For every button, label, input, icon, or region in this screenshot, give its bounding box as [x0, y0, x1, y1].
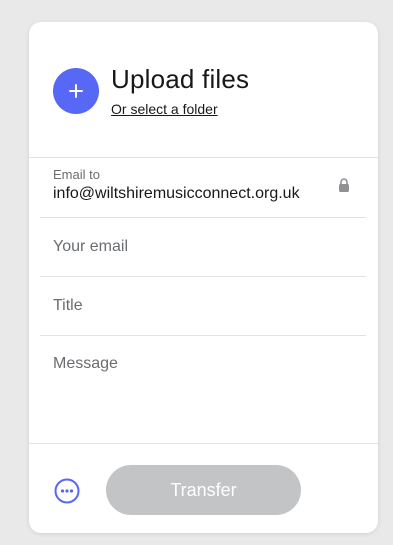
recipient-email: info@wiltshiremusicconnect.org.uk [53, 185, 300, 202]
title-input[interactable] [53, 296, 353, 316]
transfer-button[interactable]: Transfer [106, 465, 301, 515]
add-files-button[interactable] [53, 68, 99, 114]
more-options-icon[interactable] [54, 478, 80, 504]
divider [29, 443, 378, 444]
divider [40, 217, 366, 218]
select-folder-link[interactable]: Or select a folder [111, 101, 218, 117]
divider [40, 335, 366, 336]
recipient-field: Email to info@wiltshiremusicconnect.org.… [53, 167, 365, 215]
upload-files-title[interactable]: Upload files [111, 64, 249, 95]
email-to-label: Email to [53, 167, 100, 182]
divider [29, 157, 378, 158]
lock-icon [339, 178, 349, 192]
plus-icon [69, 84, 83, 98]
message-input[interactable] [53, 355, 353, 425]
upload-area[interactable]: Upload files Or select a folder [29, 22, 378, 157]
transfer-panel: Upload files Or select a folder Email to… [29, 22, 378, 533]
your-email-input[interactable] [53, 237, 353, 257]
divider [40, 276, 366, 277]
